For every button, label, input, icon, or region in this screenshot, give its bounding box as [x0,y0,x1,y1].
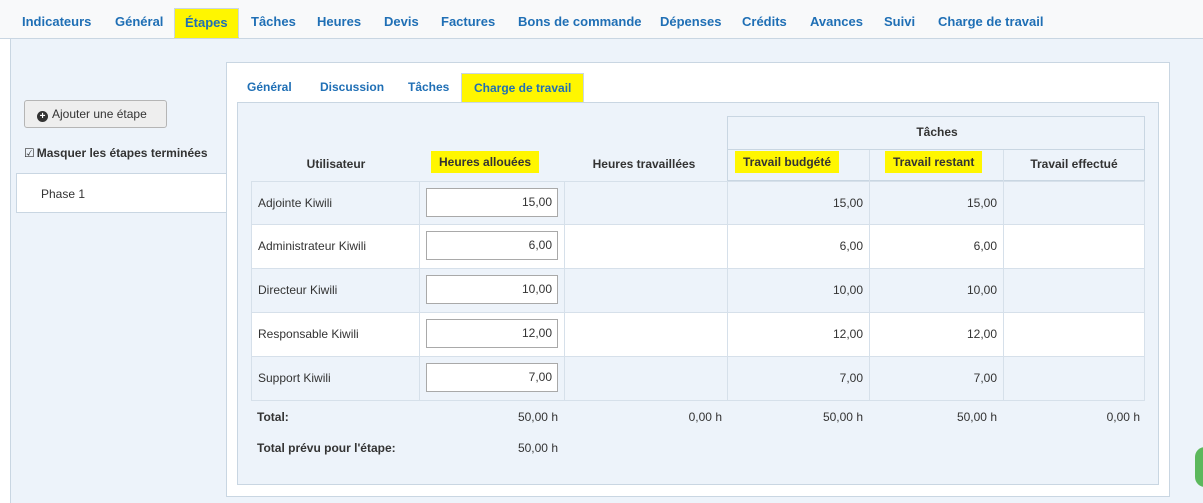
table-row: Adjointe Kiwili 15,00 15,00 15,00 [251,181,1145,225]
budgeted-value: 6,00 [839,239,863,253]
user-name: Adjointe Kiwili [258,196,333,210]
inner-tab-general[interactable]: Général [247,73,292,103]
allocated-hours-input[interactable]: 12,00 [426,319,558,348]
table-row: Responsable Kiwili 12,00 12,00 12,00 [251,313,1145,357]
col-header-allocated: Heures allouées [431,151,540,173]
add-step-button[interactable]: + Ajouter une étape [24,100,167,128]
workload-panel: Général Discussion Tâches Charge de trav… [226,62,1170,497]
allocated-hours-input[interactable]: 15,00 [426,188,558,217]
tab-avances[interactable]: Avances [808,8,865,38]
total-remaining: 50,00 h [956,410,997,424]
taches-group-label: Tâches [916,125,958,139]
budgeted-value: 7,00 [839,371,863,385]
allocated-hours-input[interactable]: 10,00 [426,275,558,304]
tab-heures[interactable]: Heures [315,8,363,38]
remaining-value: 12,00 [966,327,997,341]
hide-completed-checkbox[interactable]: ☑ Masquer les étapes terminées [24,146,208,160]
tab-factures[interactable]: Factures [439,8,497,38]
total-worked: 0,00 h [688,410,722,424]
plus-circle-icon: + [37,111,48,122]
table-row: Administrateur Kiwili 6,00 6,00 6,00 [251,225,1145,269]
user-name: Responsable Kiwili [258,327,359,341]
tab-charge-de-travail[interactable]: Charge de travail [936,8,1046,38]
total-budgeted: 50,00 h [822,410,863,424]
tab-suivi[interactable]: Suivi [882,8,917,38]
remaining-value: 7,00 [973,371,997,385]
total-allocated: 50,00 h [517,410,558,424]
table-row: Directeur Kiwili 10,00 10,00 10,00 [251,269,1145,313]
remaining-value: 15,00 [966,196,997,210]
allocated-hours-input[interactable]: 6,00 [426,231,558,260]
checkbox-checked-icon: ☑ [24,146,35,160]
remaining-value: 6,00 [973,239,997,253]
budgeted-value: 12,00 [832,327,863,341]
total-label: Total: [257,410,289,424]
top-tab-bar: Indicateurs Général Étapes Tâches Heures… [0,0,1203,39]
col-header-done: Travail effectué [1030,157,1118,171]
tab-taches[interactable]: Tâches [249,8,298,38]
col-header-user: Utilisateur [306,157,366,171]
planned-total-allocated: 50,00 h [517,441,558,455]
allocated-hours-input[interactable]: 7,00 [426,363,558,392]
user-name: Administrateur Kiwili [258,239,367,253]
phase-label: Phase 1 [41,187,86,201]
col-header-remaining: Travail restant [885,151,983,173]
tab-indicateurs[interactable]: Indicateurs [20,8,93,38]
tab-etapes[interactable]: Étapes [174,8,239,38]
workload-content: Tâches Utilisateur Heures allouées Heure… [237,102,1159,485]
phase-item[interactable]: Phase 1 [16,173,228,213]
hide-completed-label: Masquer les étapes terminées [36,146,208,160]
planned-total-label: Total prévu pour l'étape: [257,441,396,455]
total-done: 0,00 h [1106,410,1140,424]
add-step-label: Ajouter une étape [52,107,147,121]
inner-tab-discussion[interactable]: Discussion [320,73,384,103]
tab-bons-de-commande[interactable]: Bons de commande [516,8,644,38]
tab-credits[interactable]: Crédits [740,8,789,38]
col-header-worked: Heures travaillées [592,157,696,171]
col-header-budgeted: Travail budgété [735,151,840,173]
tab-general[interactable]: Général [113,8,165,38]
floating-action-button[interactable] [1195,447,1203,487]
inner-tab-charge-de-travail[interactable]: Charge de travail [461,73,585,103]
remaining-value: 10,00 [966,283,997,297]
table-row: Support Kiwili 7,00 7,00 7,00 [251,357,1145,401]
budgeted-value: 15,00 [832,196,863,210]
user-name: Support Kiwili [258,371,331,385]
user-name: Directeur Kiwili [258,283,338,297]
budgeted-value: 10,00 [832,283,863,297]
tab-depenses[interactable]: Dépenses [658,8,723,38]
inner-tab-taches[interactable]: Tâches [408,73,449,103]
tab-devis[interactable]: Devis [382,8,421,38]
